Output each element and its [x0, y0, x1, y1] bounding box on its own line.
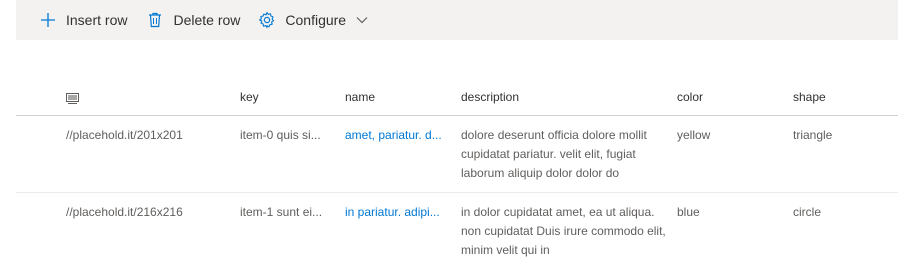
delete-row-button[interactable]: Delete row	[145, 0, 240, 40]
shape-cell: circle	[793, 205, 822, 219]
shape-cell: triangle	[793, 128, 833, 142]
table-row[interactable]: //placehold.it/216x216 item-1 sunt ei...…	[16, 193, 898, 264]
column-header-description[interactable]: description	[461, 88, 666, 107]
configure-label: Configure	[285, 12, 347, 28]
description-cell: in dolor cupidatat amet, ea ut aliqua. n…	[461, 205, 666, 257]
insert-row-button[interactable]: Insert row	[38, 0, 127, 40]
trash-icon	[145, 10, 165, 30]
column-header-shape[interactable]: shape	[793, 88, 893, 107]
key-cell: item-1 sunt ei...	[240, 205, 323, 219]
column-header-name[interactable]: name	[345, 88, 445, 107]
color-cell: blue	[677, 205, 700, 219]
insert-row-label: Insert row	[66, 12, 128, 28]
command-bar: Insert row Delete row Configure	[16, 0, 898, 40]
color-cell: yellow	[677, 128, 711, 142]
table-row[interactable]: //placehold.it/201x201 item-0 quis si...…	[16, 116, 898, 193]
chevron-down-icon	[356, 16, 368, 24]
grid-header: key name description color shape	[16, 78, 898, 116]
description-cell: dolore deserunt officia dolore mollit cu…	[461, 128, 647, 180]
gear-icon	[257, 10, 277, 30]
image-cell: //placehold.it/201x201	[66, 128, 183, 142]
key-cell: item-0 quis si...	[240, 128, 321, 142]
name-link[interactable]: amet, pariatur. d...	[345, 126, 445, 145]
image-cell: //placehold.it/216x216	[66, 205, 183, 219]
data-grid: key name description color shape //place…	[16, 78, 898, 264]
column-header-color[interactable]: color	[677, 88, 777, 107]
name-link[interactable]: in pariatur. adipi...	[345, 203, 445, 222]
delete-row-label: Delete row	[173, 12, 241, 28]
column-header-key[interactable]: key	[240, 88, 330, 107]
image-icon[interactable]	[66, 91, 80, 104]
plus-icon	[38, 10, 58, 30]
configure-button[interactable]: Configure	[257, 0, 368, 40]
